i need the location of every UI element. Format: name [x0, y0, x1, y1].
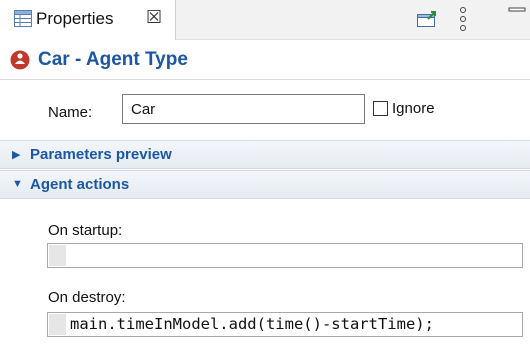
view-menu-icon[interactable]: [458, 6, 468, 32]
properties-header: Car - Agent Type: [0, 40, 530, 80]
ignore-label: Ignore: [392, 100, 435, 117]
chevron-right-icon[interactable]: ▶: [12, 148, 20, 161]
view-tab-bar: Properties ☒: [0, 0, 530, 40]
page-title: Car - Agent Type: [38, 49, 188, 70]
section-agent-actions[interactable]: ▼ Agent actions: [0, 170, 530, 199]
chevron-down-icon[interactable]: ▼: [12, 178, 23, 190]
on-destroy-code: main.timeInModel.add(time()-startTime);: [70, 315, 434, 333]
code-gutter: [49, 245, 66, 266]
on-destroy-code-field[interactable]: main.timeInModel.add(time()-startTime);: [47, 312, 523, 337]
ignore-checkbox[interactable]: [373, 101, 388, 116]
name-label: Name:: [48, 104, 93, 121]
tab-label: Properties: [36, 9, 114, 28]
on-destroy-label: On destroy:: [48, 289, 126, 306]
section-label: Parameters preview: [30, 146, 172, 163]
on-startup-code-field[interactable]: [47, 243, 523, 268]
minimize-icon[interactable]: [508, 6, 526, 16]
code-gutter: [49, 314, 66, 335]
tab-properties[interactable]: Properties ☒: [0, 0, 176, 40]
agent-type-icon: [10, 50, 30, 70]
name-field[interactable]: [122, 94, 365, 124]
section-parameters-preview[interactable]: ▶ Parameters preview: [0, 140, 530, 169]
section-label: Agent actions: [30, 176, 130, 193]
close-icon[interactable]: ☒: [146, 7, 162, 28]
properties-view-icon: [14, 10, 32, 27]
new-window-icon[interactable]: [416, 10, 438, 28]
on-startup-label: On startup:: [48, 222, 123, 239]
